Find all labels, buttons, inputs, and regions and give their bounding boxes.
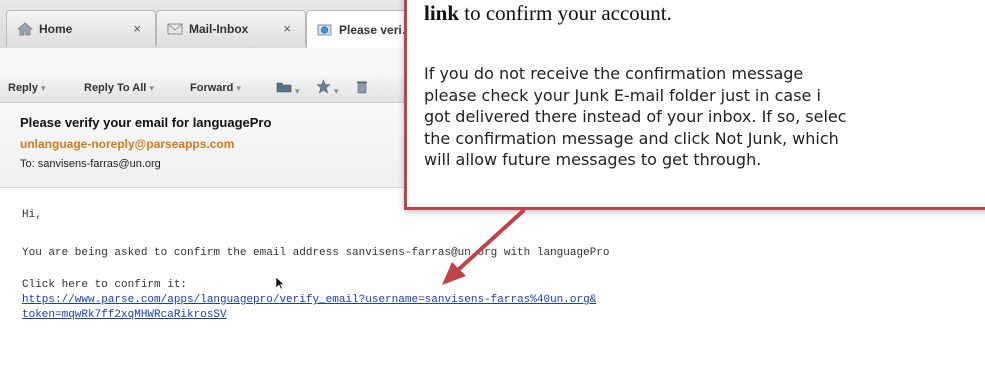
chevron-down-icon: ▾ xyxy=(236,83,241,93)
chevron-down-icon: ▾ xyxy=(149,83,154,93)
chevron-down-icon: ▾ xyxy=(334,86,339,96)
body-line-confirm: You are being asked to confirm the email… xyxy=(22,247,610,259)
reply-button[interactable]: Reply ▾ xyxy=(8,82,46,94)
forward-label: Forward xyxy=(190,82,234,94)
tab-mail-inbox[interactable]: Mail-Inbox × xyxy=(156,10,306,46)
callout-line: If you do not receive the confirmation m… xyxy=(424,64,804,83)
tab-home-close-icon[interactable]: × xyxy=(133,21,141,36)
callout-line: the confirmation message and click Not J… xyxy=(424,128,839,148)
verify-link-part2[interactable]: token=mqwRk7ff2xqMHWRcaRikrosSV xyxy=(22,309,227,321)
flag-button[interactable]: ▾ xyxy=(316,79,339,97)
chevron-down-icon: ▾ xyxy=(295,86,300,96)
mail-icon xyxy=(167,22,183,36)
callout-heading-bold: link xyxy=(424,1,460,25)
forward-button[interactable]: Forward ▾ xyxy=(190,82,241,94)
chevron-down-icon: ▾ xyxy=(40,83,46,93)
tab-mail-inbox-label: Mail-Inbox xyxy=(189,21,249,36)
folder-move-button[interactable]: ▾ xyxy=(276,80,300,97)
reply-all-label: Reply To All xyxy=(84,82,147,94)
message-sender[interactable]: unlanguage-noreply@parseapps.com xyxy=(20,137,234,151)
body-greeting: Hi, xyxy=(22,209,42,221)
tab-please-verify-label: Please veri… xyxy=(339,22,414,37)
message-subject: Please verify your email for languagePro xyxy=(20,115,272,130)
callout-heading: link to confirm your account. xyxy=(424,1,672,26)
callout-line: got delivered there instead of your inbo… xyxy=(424,107,847,126)
star-icon xyxy=(316,79,331,94)
callout-paragraph: If you do not receive the confirmation m… xyxy=(424,63,985,171)
mouse-cursor-icon xyxy=(275,276,285,290)
trash-icon xyxy=(357,81,367,94)
callout-line: please check your Junk E-mail folder jus… xyxy=(424,85,821,105)
message-recipient: To: sanvisens-farras@un.org xyxy=(20,158,161,170)
body-line-click-here: Click here to confirm it: xyxy=(22,279,188,291)
folder-icon xyxy=(276,82,292,93)
tab-mail-inbox-close-icon[interactable]: × xyxy=(283,21,291,36)
tab-home-label: Home xyxy=(39,21,73,36)
verify-link-part1[interactable]: https://www.parse.com/apps/languagepro/v… xyxy=(22,294,596,306)
callout-line: will allow future messages to get throug… xyxy=(424,150,762,169)
home-icon xyxy=(16,21,34,36)
envelope-globe-icon xyxy=(317,23,333,37)
tab-home[interactable]: Home × xyxy=(6,10,156,46)
reply-label: Reply xyxy=(8,82,38,94)
reply-all-button[interactable]: Reply To All ▾ xyxy=(84,82,154,94)
instruction-callout: link to confirm your account. If you do … xyxy=(404,0,985,210)
callout-heading-rest: to confirm your account. xyxy=(459,1,672,25)
delete-button[interactable] xyxy=(356,80,368,97)
